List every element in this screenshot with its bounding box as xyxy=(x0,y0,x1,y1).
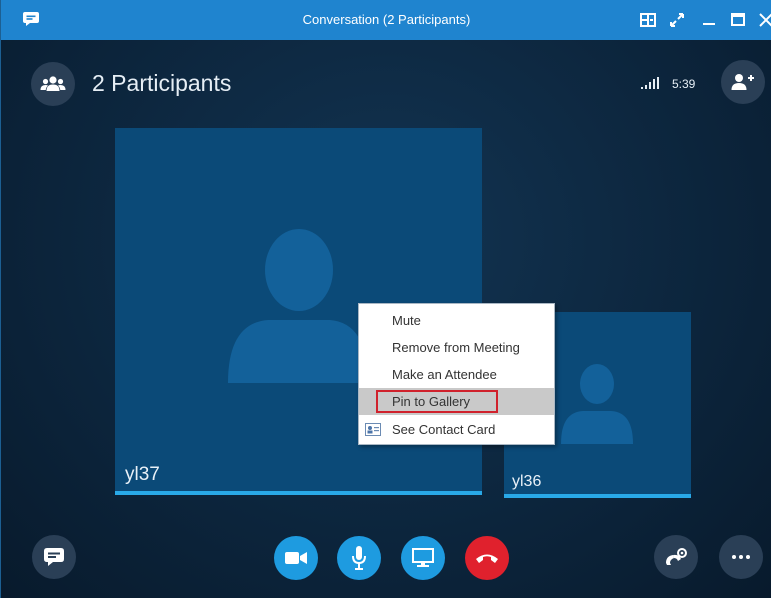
more-options-icon xyxy=(732,555,750,559)
participant-name: yl36 xyxy=(512,473,542,490)
hang-up-icon xyxy=(476,554,498,563)
minimize-icon[interactable] xyxy=(699,10,719,30)
video-camera-icon xyxy=(285,552,307,564)
highlight-annotation xyxy=(376,390,498,413)
title-bar: Conversation (2 Participants) xyxy=(1,0,771,40)
menu-item-pin-to-gallery[interactable]: Pin to Gallery xyxy=(359,388,554,415)
microphone-button[interactable] xyxy=(337,536,381,580)
call-options-button[interactable] xyxy=(654,535,698,579)
microphone-icon xyxy=(352,546,366,570)
signal-strength-icon xyxy=(641,77,659,89)
participants-count-label: 2 Participants xyxy=(92,70,232,96)
menu-item-mute[interactable]: Mute xyxy=(359,307,554,334)
active-speaker-bar xyxy=(115,491,482,495)
menu-item-remove-from-meeting[interactable]: Remove from Meeting xyxy=(359,334,554,361)
more-options-button[interactable] xyxy=(719,535,763,579)
maximize-icon[interactable] xyxy=(728,10,748,30)
contact-card-icon xyxy=(365,423,381,436)
chat-bubble-icon xyxy=(44,548,64,566)
person-avatar-icon xyxy=(228,229,368,383)
close-icon[interactable] xyxy=(756,10,771,30)
call-timer: 5:39 xyxy=(672,77,696,91)
video-button[interactable] xyxy=(274,536,318,580)
chat-button[interactable] xyxy=(32,535,76,579)
conversation-window: Conversation (2 Participants) 2 Particip… xyxy=(0,0,771,598)
invite-people-button[interactable] xyxy=(721,60,765,104)
group-people-icon xyxy=(40,76,66,91)
add-person-icon xyxy=(731,74,754,90)
participants-button[interactable] xyxy=(31,62,75,106)
participant-context-menu: Mute Remove from Meeting Make an Attende… xyxy=(358,303,555,445)
screen-share-icon xyxy=(412,548,434,567)
layout-icon[interactable] xyxy=(638,10,658,30)
menu-item-make-attendee[interactable]: Make an Attendee xyxy=(359,361,554,388)
screen-share-button[interactable] xyxy=(401,536,445,580)
participant-name: yl37 xyxy=(125,464,160,485)
full-screen-icon[interactable] xyxy=(667,10,687,30)
hang-up-button[interactable] xyxy=(465,536,509,580)
menu-item-see-contact-card[interactable]: See Contact Card xyxy=(359,416,554,443)
person-avatar-icon xyxy=(561,364,633,444)
phone-settings-icon xyxy=(666,548,687,565)
speaker-bar xyxy=(504,494,691,498)
